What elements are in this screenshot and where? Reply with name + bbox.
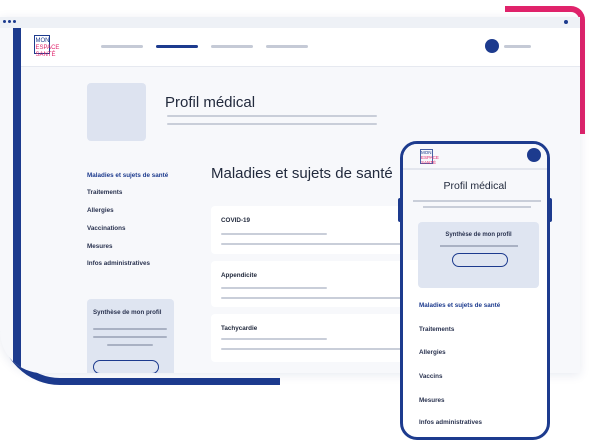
- mobile-synthesis-line: [440, 245, 518, 247]
- mobile-item-allergies[interactable]: Allergies: [419, 349, 446, 356]
- nav-item-active[interactable]: [156, 45, 198, 48]
- synthesis-line: [107, 344, 153, 346]
- mobile-phone: MON ESPACE SANTÉ Profil médical Synthèse…: [400, 141, 550, 440]
- section-title: Maladies et sujets de santé: [211, 165, 393, 182]
- window-dot[interactable]: [13, 20, 16, 23]
- nav-item-1[interactable]: [101, 45, 143, 48]
- mobile-item-vaccins[interactable]: Vaccins: [419, 373, 442, 380]
- mobile-item-traitements[interactable]: Traitements: [419, 326, 454, 333]
- mon-espace-sante-logo-mobile[interactable]: MON ESPACE SANTÉ: [420, 149, 444, 168]
- card-line: [221, 243, 401, 245]
- sidebar-item-maladies[interactable]: Maladies et sujets de santé: [87, 172, 168, 179]
- mobile-item-infos-administratives[interactable]: Infos administratives: [419, 419, 482, 426]
- mobile-page-title: Profil médical: [443, 180, 507, 192]
- card-title: COVID-19: [221, 217, 251, 224]
- sidebar-item-traitements[interactable]: Traitements: [87, 189, 122, 196]
- card-line: [221, 338, 327, 340]
- logo-text-sante: SANTÉ: [36, 51, 56, 58]
- synthesis-line: [93, 328, 167, 330]
- condition-card-tachycardie[interactable]: Tachycardie: [211, 314, 411, 362]
- window-dot[interactable]: [8, 20, 11, 23]
- avatar[interactable]: [485, 39, 499, 53]
- card-line: [221, 297, 401, 299]
- logo-text-espace: ESPACE: [36, 45, 60, 51]
- card-line: [221, 287, 327, 289]
- window-dot[interactable]: [3, 20, 6, 23]
- sidebar-item-mesures[interactable]: Mesures: [87, 243, 113, 250]
- account-menu-placeholder[interactable]: [504, 45, 531, 48]
- profile-photo: [87, 83, 146, 141]
- title-underline: [167, 115, 377, 117]
- mon-espace-sante-logo[interactable]: MON ESPACE SANTÉ: [34, 35, 70, 63]
- mobile-item-mesures[interactable]: Mesures: [419, 397, 445, 404]
- sidebar-item-infos-administratives[interactable]: Infos administratives: [87, 260, 150, 267]
- condition-card-appendicite[interactable]: Appendicite: [211, 261, 411, 307]
- page-title: Profil médical: [165, 94, 256, 111]
- card-line: [221, 233, 327, 235]
- mobile-item-maladies[interactable]: Maladies et sujets de santé: [419, 302, 500, 309]
- card-title: Appendicite: [221, 272, 258, 279]
- mobile-header-divider: [403, 168, 547, 170]
- mobile-avatar[interactable]: [527, 148, 541, 162]
- main-nav: [101, 45, 308, 48]
- sidebar-item-allergies[interactable]: Allergies: [87, 207, 114, 214]
- subtitle-placeholder: [167, 123, 377, 125]
- mobile-header-area: MON ESPACE SANTÉ Profil médical Synthèse…: [403, 144, 547, 288]
- logo-text-sante: SANTÉ: [421, 159, 436, 165]
- nav-item-4[interactable]: [266, 45, 308, 48]
- mobile-title-underline: [413, 200, 541, 202]
- mobile-synthesis-title: Synthèse de mon profil: [445, 232, 512, 238]
- nav-item-3[interactable]: [211, 45, 253, 48]
- card-line: [221, 348, 401, 350]
- browser-titlebar: [0, 17, 580, 28]
- browser-menu-dot[interactable]: [564, 20, 568, 24]
- site-header: MON ESPACE SANTÉ: [21, 28, 580, 67]
- condition-card-covid[interactable]: COVID-19: [211, 206, 411, 254]
- card-title: Tachycardie: [221, 325, 258, 332]
- left-accent-stripe: [13, 28, 21, 373]
- synthesis-title: Synthèse de mon profil: [93, 309, 162, 316]
- sidebar-item-vaccinations[interactable]: Vaccinations: [87, 225, 126, 232]
- synthesis-line: [93, 336, 167, 338]
- mobile-subtitle-placeholder: [423, 206, 531, 208]
- synthesis-button[interactable]: [93, 360, 159, 373]
- logo-text-mon: MON: [36, 38, 50, 44]
- window-controls: [3, 20, 16, 23]
- mobile-synthesis-card: Synthèse de mon profil: [418, 222, 539, 288]
- synthesis-card: Synthèse de mon profil: [87, 299, 174, 373]
- mobile-synthesis-button[interactable]: [452, 253, 508, 267]
